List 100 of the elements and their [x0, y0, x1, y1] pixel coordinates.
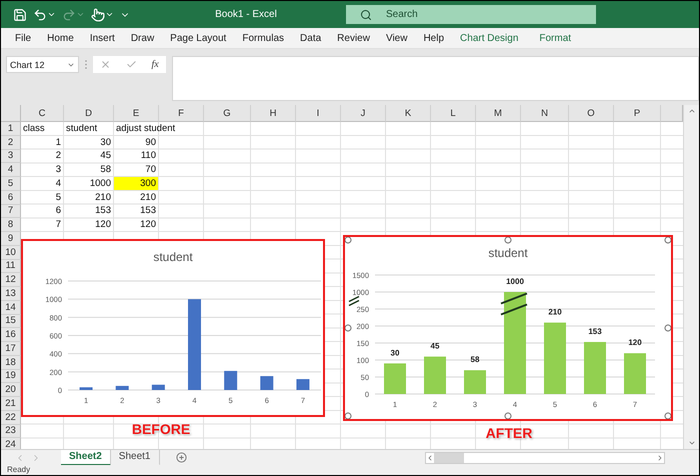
column-header[interactable]: K — [386, 105, 431, 122]
status-text: Ready — [1, 465, 699, 475]
column-header[interactable]: D — [64, 105, 114, 122]
column-header[interactable]: M — [476, 105, 521, 122]
data-label: 153 — [588, 326, 602, 336]
caption: BEFORE — [132, 421, 190, 437]
chart-title: student — [153, 250, 193, 264]
insert-function-button[interactable]: fx — [151, 59, 159, 70]
ribbon-tab[interactable]: Insert — [82, 32, 123, 44]
name-box[interactable]: Chart 12 — [6, 56, 79, 73]
search-field[interactable]: Search — [346, 5, 596, 24]
row-header[interactable]: 16 — [1, 328, 21, 342]
column-header[interactable]: O — [569, 105, 614, 122]
row-header[interactable]: 9 — [1, 232, 21, 246]
table-cell-text: 153 — [94, 204, 112, 218]
data-label: 45 — [430, 342, 440, 351]
column-header[interactable]: E — [114, 105, 159, 122]
save-icon[interactable] — [13, 8, 27, 22]
table-cell-text: 120 — [94, 218, 112, 231]
ribbon-tab[interactable]: Format — [531, 32, 580, 44]
column-header[interactable]: G — [204, 105, 251, 122]
ribbon-tab[interactable]: Help — [415, 32, 452, 44]
resize-handle[interactable] — [345, 324, 352, 332]
row-header[interactable]: 23 — [1, 424, 21, 438]
row-header[interactable]: 15 — [1, 314, 21, 328]
resize-handle[interactable] — [664, 237, 671, 244]
row-header[interactable]: 24 — [1, 438, 21, 449]
column-header[interactable]: I — [296, 105, 341, 122]
table-cell-text: 30 — [99, 136, 112, 148]
scroll-left-icon[interactable] — [426, 454, 434, 462]
bar — [544, 322, 566, 394]
name-box-text: Chart 12 — [10, 60, 45, 70]
formula-input[interactable] — [172, 56, 699, 101]
ribbon-tab[interactable]: Page Layout — [162, 32, 234, 44]
search-placeholder: Search — [386, 9, 418, 20]
resize-handle[interactable] — [504, 237, 512, 244]
row-header[interactable]: 7 — [1, 204, 21, 218]
table-cell-text: 4 — [54, 177, 62, 190]
column-header[interactable]: F — [159, 105, 204, 122]
row-header[interactable]: 5 — [1, 177, 21, 191]
scrollbar-thumb[interactable] — [434, 452, 464, 462]
row-header[interactable]: 20 — [1, 383, 21, 397]
bar — [424, 356, 446, 394]
table-cell-text: 110 — [140, 150, 157, 162]
ribbon-tab[interactable]: Formulas — [234, 32, 292, 44]
sheet-tab[interactable]: Sheet2 — [61, 450, 111, 466]
table-cell-text: 7 — [54, 218, 62, 231]
column-header[interactable]: C — [21, 105, 64, 122]
row-header[interactable]: 10 — [1, 246, 21, 260]
row-header[interactable]: 4 — [1, 163, 21, 177]
vertical-scrollbar[interactable] — [683, 105, 699, 449]
row-header[interactable]: 8 — [1, 218, 21, 232]
table-cell-text: 45 — [99, 150, 112, 162]
row-header[interactable]: 17 — [1, 342, 21, 356]
table-cell-text: 6 — [54, 204, 62, 218]
table-cell-text: 58 — [99, 163, 112, 176]
bar — [224, 370, 238, 390]
row-header[interactable]: 21 — [1, 397, 21, 411]
ribbon-tab[interactable]: Chart Design — [452, 32, 526, 44]
row-header[interactable]: 14 — [1, 300, 21, 314]
ribbon-tab[interactable]: Review — [329, 32, 378, 44]
resize-handle[interactable] — [664, 324, 671, 332]
row-header[interactable]: 22 — [1, 410, 21, 424]
undo-icon[interactable] — [33, 8, 56, 22]
row-header[interactable]: 3 — [1, 150, 21, 164]
ribbon-tab[interactable]: Data — [292, 32, 330, 44]
search-icon — [360, 8, 372, 20]
bar — [384, 363, 406, 394]
scroll-right-icon[interactable] — [656, 454, 664, 462]
row-header[interactable]: 18 — [1, 356, 21, 370]
resize-handle[interactable] — [345, 412, 352, 419]
row-header[interactable]: 11 — [1, 260, 21, 274]
resize-handle[interactable] — [504, 412, 512, 419]
row-header[interactable]: 2 — [1, 136, 21, 150]
resize-handle[interactable] — [345, 237, 352, 244]
table-cell-text: 2 — [54, 150, 62, 162]
ribbon-tab[interactable]: File — [7, 32, 40, 44]
ribbon-tab[interactable]: View — [378, 32, 416, 44]
row-header[interactable]: 6 — [1, 190, 21, 204]
resize-handle[interactable] — [664, 412, 671, 419]
ribbon-tab[interactable]: Home — [39, 32, 82, 44]
touch-mode-icon[interactable] — [91, 8, 114, 22]
horizontal-scrollbar[interactable] — [425, 452, 665, 464]
bar — [152, 384, 165, 390]
column-header[interactable]: N — [521, 105, 569, 122]
row-header[interactable]: 1 — [1, 122, 21, 136]
add-sheet-icon[interactable] — [176, 452, 186, 463]
row-header[interactable]: 13 — [1, 287, 21, 301]
column-header[interactable]: J — [341, 105, 386, 122]
bar — [624, 353, 646, 394]
column-header[interactable]: H — [251, 105, 296, 122]
column-header[interactable]: L — [431, 105, 476, 122]
table-cell-text: 90 — [144, 136, 157, 148]
scroll-up-icon[interactable] — [688, 107, 696, 115]
table-cell-text: 3 — [54, 163, 62, 176]
row-header[interactable]: 12 — [1, 273, 21, 287]
column-header[interactable]: P — [614, 105, 661, 122]
row-header[interactable]: 19 — [1, 370, 21, 384]
scroll-down-icon[interactable] — [688, 439, 696, 447]
ribbon-tab[interactable]: Draw — [122, 32, 162, 44]
